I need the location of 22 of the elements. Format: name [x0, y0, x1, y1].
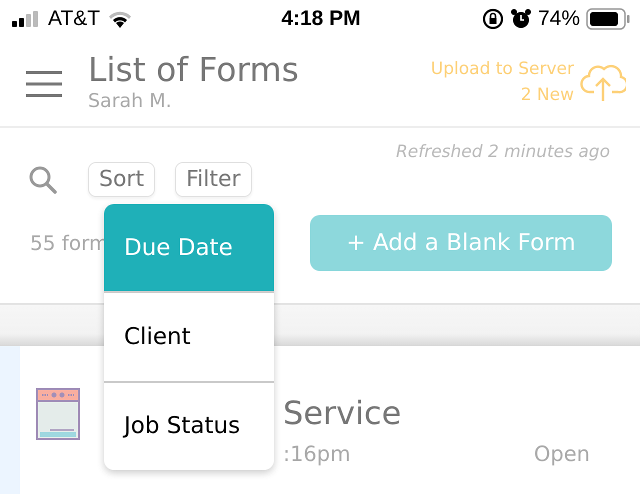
- cloud-upload-icon[interactable]: [580, 62, 626, 102]
- refresh-status: Refreshed 2 minutes ago: [396, 142, 610, 162]
- sort-option[interactable]: Due Date: [104, 204, 274, 292]
- new-count: 2 New: [520, 84, 574, 107]
- alarm-icon: [510, 8, 532, 30]
- oven-icon: [36, 388, 80, 440]
- clock-time: 4:18 PM: [281, 7, 361, 31]
- battery-icon: [586, 8, 630, 30]
- sort-button[interactable]: Sort: [88, 162, 156, 197]
- menu-icon[interactable]: [26, 70, 62, 98]
- carrier-name: AT&T: [48, 7, 100, 31]
- rotation-lock-icon: [482, 8, 504, 30]
- user-name: Sarah M.: [88, 89, 173, 113]
- filter-button[interactable]: Filter: [175, 162, 252, 197]
- form-date: :16pm: [283, 442, 351, 466]
- page-title: List of Forms: [88, 51, 300, 89]
- sort-option[interactable]: Client: [104, 291, 274, 381]
- search-icon[interactable]: [28, 164, 58, 194]
- form-title: Service: [283, 394, 402, 432]
- form-status: Open: [534, 442, 590, 466]
- battery-percent: 74%: [538, 7, 580, 31]
- sort-option[interactable]: Job Status: [104, 380, 274, 470]
